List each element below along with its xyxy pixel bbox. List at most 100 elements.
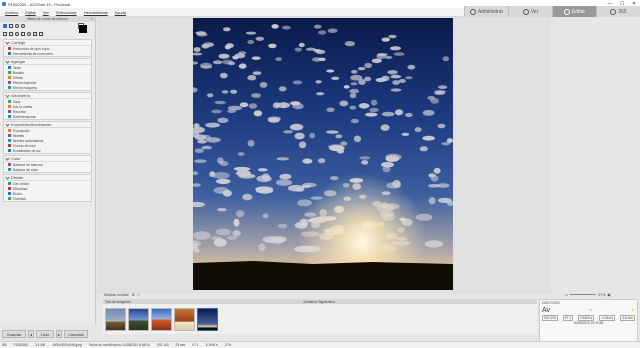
group-title-label: Exposición/iluminación — [11, 122, 52, 127]
thumbnail-selected[interactable] — [197, 307, 218, 331]
add-icon[interactable]: ☐ — [137, 293, 140, 297]
ellipse-icon[interactable] — [15, 32, 19, 36]
tool-icon — [8, 105, 11, 108]
iso-value: ISO 100 — [542, 314, 558, 321]
foreground-color-swatch[interactable] — [79, 25, 87, 33]
edit-tool-label: Bordes — [13, 70, 24, 75]
fit-icon[interactable]: ▣ — [607, 293, 610, 297]
edit-groups: Corregir Reducción de ojos rojos Herramien… — [0, 39, 95, 202]
thumbnail[interactable] — [174, 307, 195, 331]
group-0: Corregir Reducción de ojos rojos Herramien… — [3, 39, 92, 57]
right-panel — [551, 17, 640, 290]
edit-tool-label: Recortar — [13, 109, 27, 114]
magic-wand-icon[interactable] — [21, 24, 25, 28]
eraser-icon[interactable] — [33, 32, 37, 36]
menu-seleccionar[interactable]: Seleccionar — [56, 10, 77, 15]
menu-editar[interactable]: Editar — [25, 10, 35, 15]
hand-icon[interactable] — [39, 32, 43, 36]
tab-editar[interactable]: Editar — [552, 6, 596, 17]
menu-herramientas[interactable]: Herramientas — [84, 10, 108, 15]
show-hidden-label[interactable]: Mostrar ocultos — [104, 293, 129, 297]
status-modified: Fecha de modificación: 21/08/2013 8:48:3… — [88, 343, 150, 347]
zoom-slider[interactable] — [570, 294, 597, 295]
group-title-label: Detalle — [11, 175, 24, 180]
camera-model: DMC-FZ200 — [542, 300, 560, 305]
exposure-mode: Av — [542, 306, 551, 314]
status-filename: P1060250 — [13, 343, 28, 347]
edit-actions: Guardar ◂ Listo ▸ Cancelar — [0, 328, 96, 340]
rect-select-icon[interactable] — [9, 24, 13, 28]
edit-tool-item[interactable]: Redimensionar — [4, 114, 91, 119]
tab-365[interactable]: 365 — [596, 6, 640, 17]
zoom-out-icon[interactable]: ▭ — [565, 293, 568, 297]
group-1: Agregar Texto Bordes Viñeta Efecto especial E… — [3, 58, 92, 91]
edit-tool-label: Reducción de ojos rojos — [13, 46, 50, 51]
zoom-control: ▭ 27% ▣ — [565, 290, 640, 299]
pencil-icon[interactable] — [3, 32, 7, 36]
tool-icon — [8, 149, 11, 152]
status-shutter: 1/1600 s — [205, 343, 218, 347]
cancel-button[interactable]: Cancelar — [64, 330, 88, 338]
grid-icon — [469, 8, 476, 15]
pointer-tool-icon[interactable] — [3, 24, 7, 28]
status-aperture: f/7.1 — [192, 343, 199, 347]
chevron-down-icon — [5, 59, 10, 64]
done-button[interactable]: Listo — [36, 330, 54, 338]
edit-tool-item[interactable]: Efecto maqueta — [4, 85, 91, 90]
line-icon[interactable] — [9, 32, 13, 36]
group-2: Geometría Girar Dar la vuelta Recortar Redim… — [3, 92, 92, 120]
filmstrip-controls: Mostrar ocultos ⚙ ☐ — [97, 290, 637, 299]
app-logo-icon — [2, 2, 6, 6]
status-index: 8/8 — [2, 343, 7, 347]
tab-ver[interactable]: Ver — [508, 6, 552, 17]
lasso-icon[interactable] — [15, 24, 19, 28]
thumbnail[interactable] — [105, 307, 126, 331]
next-button[interactable]: ▸ — [56, 330, 62, 338]
group-5: Detalle Dar nitidez Difuminar Ruido Claridad — [3, 174, 92, 202]
tool-icon — [8, 168, 11, 171]
edit-tool-item[interactable]: Ecualizador de luz — [4, 148, 91, 153]
filmstrip-nav[interactable]: ◂ Anterior Siguiente ▸ — [303, 300, 335, 304]
edit-tool-label: Ruido — [13, 191, 22, 196]
edit-tool-label: Efecto especial — [13, 80, 36, 85]
group-title-label: Geometría — [11, 93, 30, 98]
save-button[interactable]: Guardar — [2, 330, 26, 338]
tool-icon — [8, 81, 11, 84]
thumbnail[interactable] — [128, 307, 149, 331]
thumbnail[interactable] — [151, 307, 172, 331]
filmstrip-tab[interactable]: Tira de imágenes — [105, 300, 131, 304]
tool-icon — [8, 86, 11, 89]
brush-icon — [563, 8, 570, 15]
tool-icon — [8, 47, 11, 50]
prev-button[interactable]: ◂ — [28, 330, 34, 338]
group-title-label: Corregir — [11, 40, 26, 45]
zoom-value: 27% — [598, 292, 606, 297]
tool-icon — [8, 52, 11, 55]
filmstrip — [103, 304, 537, 334]
menu-archivo[interactable]: Archivo — [5, 10, 18, 15]
edit-tool-label: Dar la vuelta — [13, 104, 33, 109]
exif-info-panel: DMC-FZ200 Av ▭ ⚡ ISO 100 f/7.1 1/1600 s … — [539, 299, 638, 343]
photo-sunset-clouds[interactable] — [193, 18, 453, 290]
tool-icon — [8, 110, 11, 113]
chevron-down-icon — [5, 122, 10, 127]
rectangle-icon[interactable] — [21, 32, 25, 36]
settings-icon[interactable]: ⚙ — [132, 293, 135, 297]
close-panel-button[interactable]: × — [91, 17, 93, 22]
image-viewport[interactable] — [97, 17, 551, 294]
tool-icon — [8, 100, 11, 103]
metering-icon: ▭ — [589, 308, 593, 312]
tab-administrar[interactable]: Administrar — [464, 6, 508, 17]
circle-icon[interactable] — [27, 32, 31, 36]
group-title-label: Agregar — [11, 59, 26, 64]
edit-tool-item[interactable]: Balance de color — [4, 167, 91, 172]
edit-tool-item[interactable]: Claridad — [4, 196, 91, 201]
tab-ver-label: Ver — [530, 8, 539, 15]
status-dims: 4000x3000x24b jpeg — [52, 343, 82, 347]
edit-tool-label: Claridad — [13, 196, 26, 201]
edit-tool-item[interactable]: Herramienta de corrección — [4, 51, 91, 56]
edit-tool-label: Texto — [13, 65, 22, 70]
menu-ayuda[interactable]: Ayuda — [115, 10, 126, 15]
tool-icon — [8, 144, 11, 147]
menu-ver[interactable]: Ver — [43, 10, 49, 15]
